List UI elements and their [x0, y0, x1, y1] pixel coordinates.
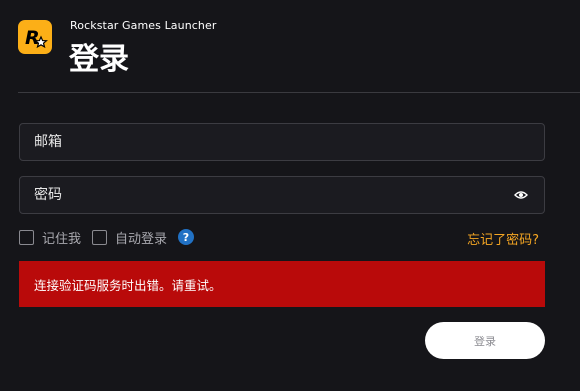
login-button[interactable]: 登录	[425, 322, 545, 359]
rockstar-logo-icon: R	[18, 20, 52, 54]
checkbox-box[interactable]	[19, 230, 34, 245]
forgot-password-link[interactable]: 忘记了密码?	[467, 229, 539, 248]
header-divider	[18, 92, 580, 93]
login-options: 记住我 自动登录 ? 忘记了密码?	[19, 228, 545, 248]
remember-me-label: 记住我	[42, 232, 82, 247]
checkbox-box[interactable]	[92, 230, 107, 245]
remember-me-checkbox[interactable]: 记住我	[19, 228, 81, 247]
auto-login-label: 自动登录	[115, 232, 168, 247]
error-message: 连接验证码服务时出错。请重试。	[34, 277, 222, 293]
password-input[interactable]	[34, 187, 512, 203]
password-field[interactable]	[19, 176, 545, 214]
page-title: 登录	[69, 42, 129, 77]
error-banner: 连接验证码服务时出错。请重试。	[19, 261, 545, 307]
auto-login-checkbox[interactable]: 自动登录	[92, 228, 167, 247]
email-input[interactable]	[34, 134, 530, 150]
email-field[interactable]	[19, 123, 545, 161]
eye-icon[interactable]	[512, 188, 530, 202]
app-name: Rockstar Games Launcher	[70, 19, 217, 32]
question-mark-icon[interactable]: ?	[178, 229, 194, 245]
